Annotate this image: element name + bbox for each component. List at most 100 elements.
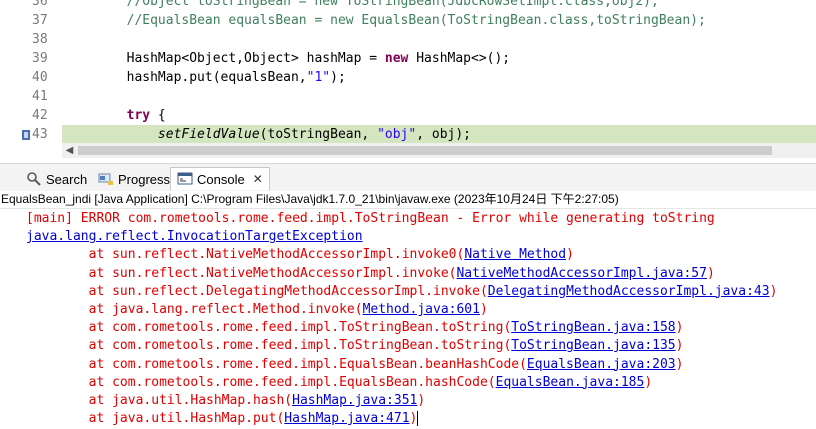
stacktrace-link[interactable]: Method.java:601 [363,302,480,317]
console-text: ) [769,283,778,299]
console-line[interactable]: at java.util.HashMap.hash(HashMap.java:3… [26,392,426,410]
scrollbar-thumb[interactable] [78,146,772,155]
code-token: "1" [306,70,331,85]
console-line[interactable]: at sun.reflect.DelegatingMethodAccessorI… [26,283,778,301]
console-line[interactable]: at java.util.HashMap.put(HashMap.java:47… [26,410,419,428]
line-number: 41 [32,89,48,104]
console-icon [177,171,193,187]
line-number: 36 [32,0,48,9]
code-token: "obj" [377,127,417,142]
line-number: 43 [32,127,48,142]
tab-search[interactable]: Search [26,168,87,190]
stacktrace-link[interactable]: java.lang.reflect.InvocationTargetExcept… [26,229,363,244]
line-number: 42 [32,108,48,123]
console-text: ) [566,247,574,263]
code-token: //EqualsBean equalsBean = new EqualsBean… [126,13,706,28]
editor-line[interactable]: 43 setFieldValue(toStringBean, "obj", ob… [0,125,816,144]
stacktrace-link[interactable]: NativeMethodAccessorImpl.java:57 [456,266,706,281]
line-number: 38 [32,32,48,47]
stacktrace-link[interactable]: HashMap.java:471 [284,411,409,426]
code-token: new [384,51,409,66]
tab-console[interactable]: Console ✕ [170,167,270,190]
stacktrace-link[interactable]: HashMap.java:351 [292,393,417,408]
console-text: ) [417,393,426,408]
code-token: ); [330,70,346,85]
console-text: at com.rometools.rome.feed.impl.ToString… [26,320,512,336]
line-number: 40 [32,70,48,85]
console-line[interactable]: at com.rometools.rome.feed.impl.ToString… [26,319,684,337]
code-token: setFieldValue [157,127,260,142]
stacktrace-link[interactable]: ToStringBean.java:135 [511,338,675,353]
console-text: ) [479,302,488,317]
code-token: HashMap<>(); [408,51,511,66]
editor-line[interactable]: 42 try { [0,106,816,125]
horizontal-scrollbar[interactable]: ◀ [62,143,816,158]
console-text: ) [706,265,715,281]
console-process-title: EqualsBean_jndi [Java Application] C:\Pr… [1,192,619,206]
console-line[interactable]: at com.rometools.rome.feed.impl.EqualsBe… [26,374,653,392]
console-text: at com.rometools.rome.feed.impl.ToString… [26,338,512,354]
console-text: ) [409,411,418,427]
code-text[interactable]: //Object toStringBean = new ToStringBean… [64,0,659,11]
code-token: HashMap<Object,Object> hashMap = [64,51,385,66]
tab-progress[interactable]: Progress [98,168,170,190]
console-text: at sun.reflect.NativeMethodAccessorImpl.… [26,247,465,263]
console-text: ) [675,338,684,354]
console-line[interactable]: at com.rometools.rome.feed.impl.ToString… [26,337,684,355]
text-caret [417,411,419,427]
stacktrace-link[interactable]: EqualsBean.java:203 [527,357,676,372]
code-text[interactable]: HashMap<Object,Object> hashMap = new Has… [64,49,511,68]
editor-line[interactable]: 39 HashMap<Object,Object> hashMap = new … [0,49,816,68]
line-number: 37 [32,13,48,28]
console-line[interactable]: at com.rometools.rome.feed.impl.EqualsBe… [26,356,684,374]
stacktrace-link[interactable]: DelegatingMethodAccessorImpl.java:43 [488,284,770,299]
console-output[interactable]: [main] ERROR com.rometools.rome.feed.imp… [0,208,816,429]
code-text[interactable]: try { [64,106,166,125]
editor-line[interactable]: 37 //EqualsBean equalsBean = new EqualsB… [0,11,816,30]
code-text[interactable]: setFieldValue(toStringBean, "obj", obj); [64,125,471,144]
console-line[interactable]: at sun.reflect.NativeMethodAccessorImpl.… [26,265,715,283]
console-text: ) [644,374,653,390]
code-token: //Object toStringBean = new ToStringBean… [126,0,659,9]
console-line[interactable]: java.lang.reflect.InvocationTargetExcept… [26,228,363,246]
progress-icon [98,171,114,187]
console-text: at com.rometools.rome.feed.impl.EqualsBe… [26,374,496,390]
console-text: at java.lang.reflect.Method.invoke( [26,302,363,317]
code-editor[interactable]: 36 //Object toStringBean = new ToStringB… [0,0,816,158]
editor-line[interactable]: 41 [0,87,816,106]
line-number: 39 [32,51,48,66]
view-tab-bar: Search Progress Console ✕ [0,163,816,191]
console-text: at java.util.HashMap.hash( [26,393,293,408]
tab-console-label: Console [197,171,245,187]
stacktrace-link[interactable]: ToStringBean.java:158 [511,320,675,335]
scroll-left-arrow-icon[interactable]: ◀ [62,143,77,158]
code-token: , obj); [416,127,472,142]
console-line[interactable]: at sun.reflect.NativeMethodAccessorImpl.… [26,246,574,264]
code-token: hashMap.put(equalsBean, [64,70,307,85]
console-text: at sun.reflect.NativeMethodAccessorImpl.… [26,265,457,281]
editor-line[interactable]: 40 hashMap.put(equalsBean,"1"); [0,68,816,87]
console-text: at java.util.HashMap.put( [26,411,285,427]
console-text: ) [675,356,684,372]
code-text[interactable]: hashMap.put(equalsBean,"1"); [64,68,346,87]
editor-line[interactable]: 38 [0,30,816,49]
console-process-header: EqualsBean_jndi [Java Application] C:\Pr… [0,190,816,208]
console-text: ) [675,320,684,336]
close-icon[interactable]: ✕ [253,172,263,186]
breakpoint-marker-icon[interactable] [22,129,30,140]
console-text: at sun.reflect.DelegatingMethodAccessorI… [26,283,488,299]
stacktrace-link[interactable]: EqualsBean.java:185 [496,375,645,390]
console-text: [main] ERROR com.rometools.rome.feed.imp… [26,211,715,226]
code-token: { [150,108,166,123]
stacktrace-link[interactable]: Native Method [464,247,566,262]
console-line[interactable]: [main] ERROR com.rometools.rome.feed.imp… [26,210,715,228]
console-line[interactable]: at java.lang.reflect.Method.invoke(Metho… [26,301,488,319]
code-token: try [126,108,151,123]
editor-line[interactable]: 36 //Object toStringBean = new ToStringB… [0,0,816,11]
code-text[interactable]: //EqualsBean equalsBean = new EqualsBean… [64,11,706,30]
code-token: (toStringBean, [259,127,378,142]
console-text: at com.rometools.rome.feed.impl.EqualsBe… [26,356,527,372]
